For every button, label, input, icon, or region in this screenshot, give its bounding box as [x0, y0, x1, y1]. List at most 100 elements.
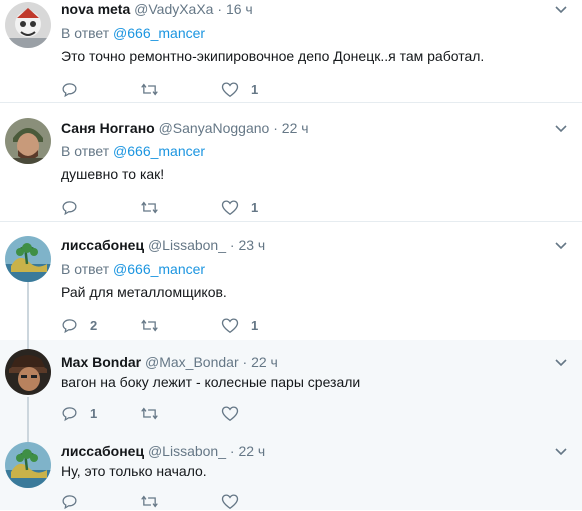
like-count: 1: [251, 317, 259, 333]
reply-button[interactable]: 1: [61, 403, 97, 423]
like-button[interactable]: 1: [221, 79, 258, 99]
timestamp[interactable]: 23 ч: [238, 237, 265, 253]
tweet-actions: 1: [61, 197, 361, 217]
user-handle[interactable]: @Lissabon_: [148, 237, 226, 253]
tweet-header: nova meta @VadyXaXa · 16 ч: [61, 0, 253, 18]
tweet-2[interactable]: Саня Ноггано @SanyaNoggano · 22 ч В отве…: [0, 103, 582, 221]
timestamp[interactable]: 22 ч: [282, 120, 309, 136]
caret-down-icon[interactable]: [554, 356, 568, 370]
retweet-icon: [141, 406, 158, 420]
tweet-actions: 2 1: [61, 315, 361, 335]
tweet-text: Рай для металломщиков.: [61, 284, 227, 300]
like-icon: [221, 81, 239, 97]
reply-icon: [62, 200, 77, 215]
avatar-image: [5, 236, 51, 282]
like-count: 1: [251, 81, 259, 97]
reply-mention-link[interactable]: @666_mancer: [113, 25, 205, 41]
caret-down-icon[interactable]: [554, 122, 568, 136]
display-name[interactable]: Саня Ноггано: [61, 120, 155, 136]
avatar-image: [5, 2, 51, 48]
reply-prefix: В ответ: [61, 25, 110, 41]
retweet-button[interactable]: [140, 491, 171, 511]
like-icon: [221, 405, 239, 421]
retweet-icon: [141, 494, 158, 508]
timestamp[interactable]: 16 ч: [226, 1, 253, 17]
reply-button[interactable]: 2: [61, 315, 97, 335]
avatar[interactable]: [5, 442, 51, 488]
reply-context: В ответ @666_mancer: [61, 142, 205, 160]
retweet-icon: [141, 82, 158, 96]
separator-dot: ·: [229, 237, 235, 253]
reply-prefix: В ответ: [61, 143, 110, 159]
like-button[interactable]: 1: [221, 197, 258, 217]
like-button[interactable]: [221, 491, 251, 511]
reply-button[interactable]: [61, 79, 90, 99]
display-name[interactable]: Max Bondar: [61, 354, 141, 370]
thread-line: [27, 397, 29, 430]
user-handle[interactable]: @SanyaNoggano: [159, 120, 270, 136]
reply-context: В ответ @666_mancer: [61, 24, 205, 42]
reply-prefix: В ответ: [61, 261, 110, 277]
display-name[interactable]: nova meta: [61, 1, 130, 17]
reply-button[interactable]: [61, 197, 90, 217]
tweet-actions: 1: [61, 79, 361, 99]
caret-down-icon[interactable]: [554, 445, 568, 459]
thread-line: [27, 340, 29, 349]
retweet-button[interactable]: [140, 197, 171, 217]
like-button[interactable]: 1: [221, 315, 258, 335]
tweet-header: Саня Ноггано @SanyaNoggano · 22 ч: [61, 119, 309, 137]
retweet-button[interactable]: [140, 79, 171, 99]
timestamp[interactable]: 22 ч: [238, 443, 265, 459]
reply-context: В ответ @666_mancer: [61, 260, 205, 278]
reply-icon: [62, 82, 77, 97]
tweet-actions: [61, 491, 361, 511]
tweet-text: вагон на боку лежит - колесные пары срез…: [61, 374, 361, 390]
user-handle[interactable]: @VadyXaXa: [134, 1, 213, 17]
tweet-header: Max Bondar @Max_Bondar · 22 ч: [61, 353, 278, 371]
separator-dot: ·: [242, 354, 248, 370]
avatar[interactable]: [5, 118, 51, 164]
tweet-3[interactable]: лиссабонец @Lissabon_ · 23 ч В ответ @66…: [0, 222, 582, 340]
like-count: 1: [251, 199, 259, 215]
reply-icon: [62, 318, 77, 333]
tweet-text: душевно то как!: [61, 166, 165, 182]
caret-down-icon[interactable]: [554, 239, 568, 253]
tweet-text: Ну, это только начало.: [61, 463, 207, 479]
reply-count: 2: [90, 317, 98, 333]
reply-count: 1: [90, 405, 98, 421]
tweet-5[interactable]: лиссабонец @Lissabon_ · 22 ч Ну, это тол…: [0, 430, 582, 510]
tweet-4[interactable]: Max Bondar @Max_Bondar · 22 ч вагон на б…: [0, 340, 582, 430]
like-icon: [221, 317, 239, 333]
like-icon: [221, 493, 239, 509]
display-name[interactable]: лиссабонец: [61, 237, 144, 253]
separator-dot: ·: [229, 443, 235, 459]
user-handle[interactable]: @Max_Bondar: [145, 354, 239, 370]
avatar[interactable]: [5, 236, 51, 282]
like-icon: [221, 199, 239, 215]
avatar[interactable]: [5, 2, 51, 48]
reply-mention-link[interactable]: @666_mancer: [113, 143, 205, 159]
tweet-actions: 1: [61, 403, 361, 423]
user-handle[interactable]: @Lissabon_: [148, 443, 226, 459]
retweet-button[interactable]: [140, 403, 171, 423]
retweet-button[interactable]: [140, 315, 171, 335]
display-name[interactable]: лиссабонец: [61, 443, 144, 459]
retweet-icon: [141, 318, 158, 332]
tweet-header: лиссабонец @Lissabon_ · 23 ч: [61, 236, 265, 254]
avatar-image: [5, 349, 51, 395]
thread-line: [27, 430, 29, 442]
caret-down-icon[interactable]: [554, 3, 568, 17]
separator-dot: ·: [273, 120, 278, 136]
thread-line: [27, 282, 29, 340]
tweet-1[interactable]: nova meta @VadyXaXa · 16 ч В ответ @666_…: [0, 0, 582, 102]
reply-button[interactable]: [61, 491, 90, 511]
separator-dot: ·: [217, 1, 223, 17]
tweet-text: Это точно ремонтно-экипировочное депо До…: [61, 48, 485, 64]
reply-mention-link[interactable]: @666_mancer: [113, 261, 205, 277]
like-button[interactable]: [221, 403, 251, 423]
avatar[interactable]: [5, 349, 51, 395]
tweet-header: лиссабонец @Lissabon_ · 22 ч: [61, 442, 265, 460]
timestamp[interactable]: 22 ч: [251, 354, 278, 370]
avatar-image: [5, 118, 51, 164]
retweet-icon: [141, 200, 158, 214]
